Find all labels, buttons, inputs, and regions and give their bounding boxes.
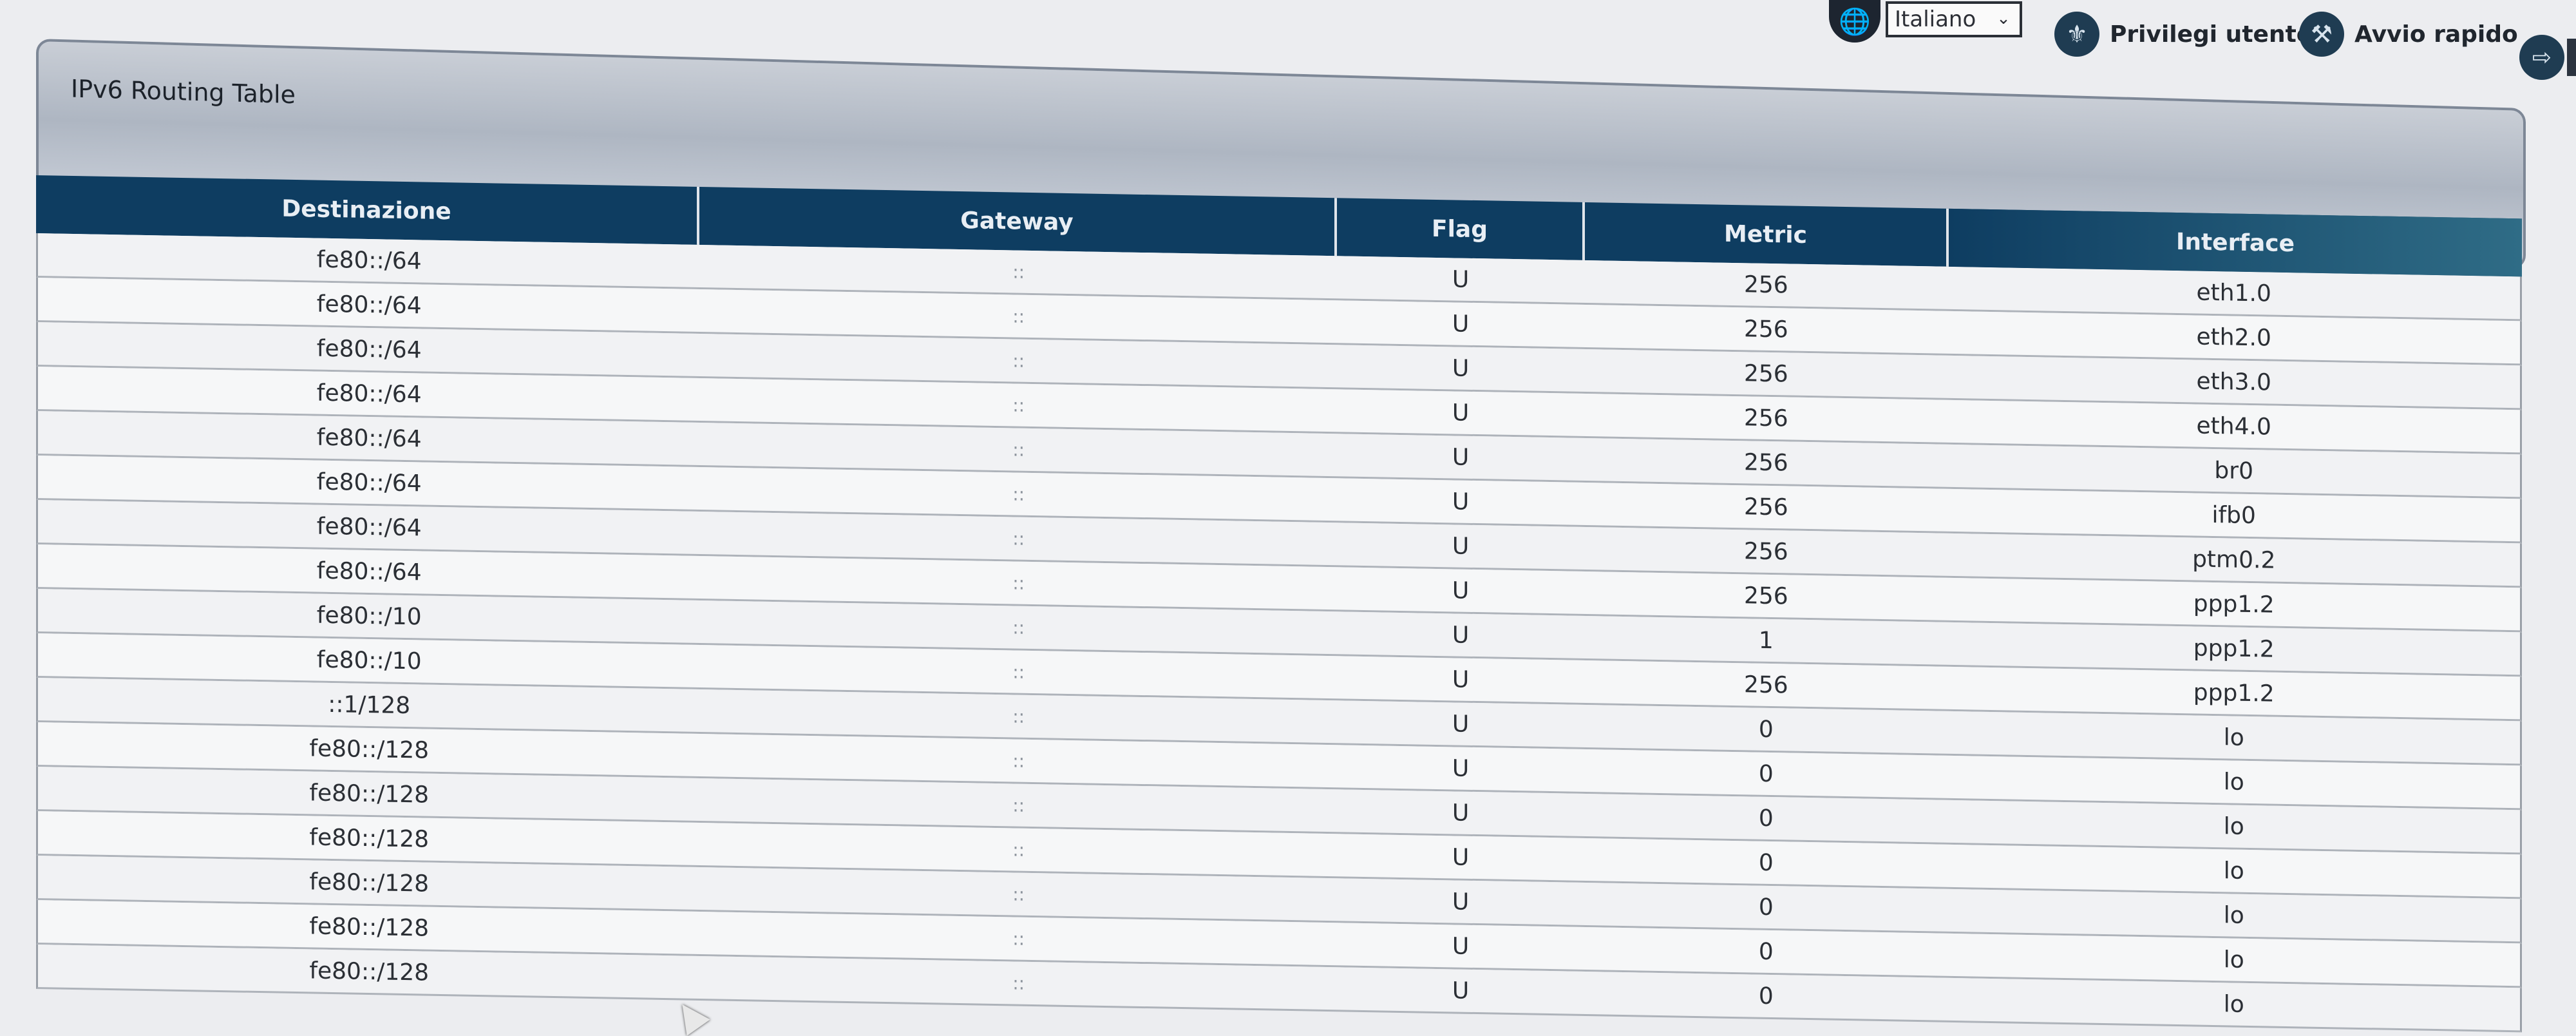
cell-flag: U: [1452, 977, 1470, 1004]
cell-flag: U: [1452, 621, 1470, 649]
cell-interface: eth3.0: [2196, 368, 2271, 396]
cell-metric: 0: [1758, 983, 1774, 1010]
cell-interface: lo: [2223, 724, 2244, 751]
cell-metric: 1: [1758, 627, 1774, 654]
cell-interface: ptm0.2: [2192, 545, 2276, 574]
cell-interface: ppp1.2: [2193, 590, 2275, 619]
cell-metric: 0: [1758, 716, 1774, 743]
cell-interface: eth1.0: [2196, 279, 2271, 307]
user-privileges-icon: ⚜: [2054, 12, 2099, 57]
cell-interface: eth2.0: [2196, 323, 2271, 352]
cell-flag: U: [1452, 888, 1470, 916]
cell-metric: 256: [1743, 537, 1788, 565]
cell-flag: U: [1452, 577, 1470, 604]
cell-interface: br0: [2214, 457, 2253, 484]
wrench-icon: ⚒: [2299, 12, 2344, 57]
cell-metric: 256: [1743, 271, 1788, 298]
cell-flag: U: [1452, 932, 1470, 960]
cell-metric: 256: [1743, 404, 1788, 432]
cell-interface: eth4.0: [2196, 412, 2271, 441]
cell-interface: lo: [2223, 946, 2244, 974]
cell-interface: lo: [2223, 812, 2244, 840]
column-header-interface: Interface: [1949, 208, 2522, 277]
cell-metric: 256: [1743, 671, 1788, 698]
cell-flag: U: [1452, 666, 1470, 693]
cell-metric: 256: [1743, 448, 1788, 476]
cell-metric: 256: [1743, 582, 1788, 609]
cell-metric: 256: [1743, 315, 1788, 343]
page-title: IPv6 Routing Table: [71, 74, 296, 110]
column-header-flag: Flag: [1337, 198, 1585, 260]
cell-flag: U: [1452, 754, 1470, 782]
cell-flag: U: [1452, 310, 1470, 338]
cell-metric: 0: [1758, 760, 1774, 787]
cell-interface: lo: [2223, 768, 2244, 796]
cell-interface: ifb0: [2211, 501, 2256, 529]
cell-interface: lo: [2223, 990, 2244, 1018]
cell-metric: 0: [1758, 849, 1774, 876]
column-header-gateway: Gateway: [699, 186, 1337, 256]
chevron-down-icon: ⌄: [1996, 9, 2011, 28]
globe-icon: 🌐: [1829, 0, 1880, 43]
cell-metric: 256: [1743, 493, 1788, 521]
cell-flag: U: [1452, 488, 1470, 515]
cell-metric: 256: [1743, 360, 1788, 387]
cell-flag: U: [1452, 399, 1470, 427]
cell-interface: ppp1.2: [2193, 678, 2275, 707]
cell-flag: U: [1452, 532, 1470, 560]
cell-metric: 0: [1758, 894, 1774, 921]
routing-table: Destinazione Gateway Flag Metric Interfa…: [36, 175, 2522, 1033]
cell-flag: U: [1452, 799, 1470, 827]
cell-interface: lo: [2223, 857, 2244, 885]
cell-metric: 0: [1758, 805, 1774, 832]
cell-interface: ppp1.2: [2193, 634, 2275, 663]
language-selected-value: Italiano: [1895, 6, 1976, 32]
logout-icon[interactable]: ⇨: [2519, 35, 2564, 80]
cell-metric: 0: [1758, 938, 1774, 965]
column-header-metric: Metric: [1585, 202, 1949, 267]
language-select[interactable]: Italiano ⌄: [1886, 1, 2022, 37]
table-body: fe80::/64:: U 256 eth1.0 fe80::/64:: U 256 eth2…: [36, 233, 2522, 1033]
user-privileges-label: Privilegi utente: [2110, 21, 2313, 48]
window-edge: [2567, 39, 2576, 76]
quickstart-button[interactable]: ⚒ Avvio rapido: [2299, 12, 2518, 57]
mouse-cursor: [670, 996, 710, 1036]
cell-flag: U: [1452, 443, 1470, 471]
cell-interface: lo: [2223, 901, 2244, 929]
cell-flag: U: [1452, 265, 1470, 293]
user-privileges-button[interactable]: ⚜ Privilegi utente: [2054, 12, 2312, 57]
cell-flag: U: [1452, 710, 1470, 738]
cell-flag: U: [1452, 843, 1470, 871]
quickstart-label: Avvio rapido: [2354, 21, 2518, 48]
cell-flag: U: [1452, 354, 1470, 382]
